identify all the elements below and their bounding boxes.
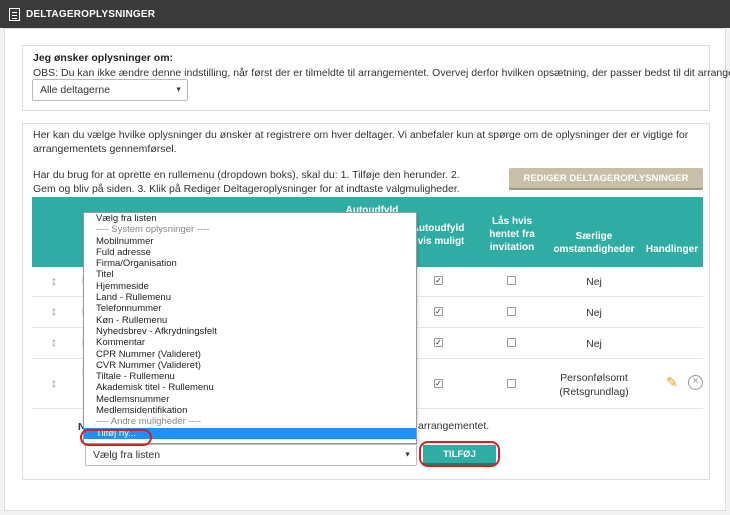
dropdown-option[interactable]: Land - Rullemenu <box>84 292 416 303</box>
info-panel-note: OBS: Du kan ikke ændre denne indstilling… <box>33 67 730 79</box>
special-value: Personfølsomt (Retsgrundlag) <box>559 372 629 398</box>
document-icon <box>9 7 20 21</box>
autofill-checkbox[interactable]: ✓ <box>434 338 443 347</box>
lock-checkbox[interactable] <box>507 276 516 285</box>
special-value: Nej <box>586 338 602 350</box>
lock-checkbox[interactable] <box>507 338 516 347</box>
autofill-checkbox[interactable]: ✓ <box>434 307 443 316</box>
add-field-label-tail: arrangementet. <box>418 420 490 432</box>
dropdown-option[interactable]: Vælg fra listen <box>84 213 416 224</box>
dropdown-group-label: ---- System oplysninger ---- <box>96 224 210 236</box>
chevron-down-icon: ▼ <box>404 451 411 459</box>
info-panel: Jeg ønsker oplysninger om: OBS: Du kan i… <box>22 45 730 111</box>
dropdown-option[interactable]: Akademisk titel - Rullemenu <box>84 382 416 393</box>
dropdown-option[interactable]: Tiltale - Rullemenu <box>84 371 416 382</box>
page-title: DELTAGEROPLYSNINGER <box>26 8 156 20</box>
dropdown-option[interactable]: Hjemmeside <box>84 281 416 292</box>
field-type-dropdown-list[interactable]: Vælg fra listen ---- System oplysninger … <box>83 212 417 444</box>
chevron-down-icon: ▼ <box>175 86 182 94</box>
dropdown-option[interactable]: Firma/Organisation <box>84 258 416 269</box>
dropdown-option[interactable]: Medlemsnummer <box>84 394 416 405</box>
dropdown-option[interactable]: Køn - Rullemenu <box>84 315 416 326</box>
dropdown-option[interactable]: CVR Nummer (Valideret) <box>84 360 416 371</box>
edit-fields-button[interactable]: REDIGER DELTAGEROPLYSNINGER <box>509 168 703 188</box>
lock-checkbox[interactable] <box>507 379 516 388</box>
dropdown-option[interactable]: Fuld adresse <box>84 247 416 258</box>
special-value: Nej <box>586 307 602 319</box>
col-header-autofill: Autoudfyld hvis muligt <box>411 223 465 247</box>
autofill-checkbox[interactable]: ✓ <box>434 276 443 285</box>
highlight-ring-add-new <box>80 429 152 446</box>
col-header-lock: Lås hvis hentet fra invitation <box>489 216 535 253</box>
fields-help: Har du brug for at oprette en rullemenu … <box>33 169 460 195</box>
autofill-checkbox[interactable]: ✓ <box>434 379 443 388</box>
pencil-icon[interactable]: ✎ <box>666 374 678 391</box>
info-panel-title: Jeg ønsker oplysninger om: <box>33 52 174 64</box>
drag-handle-icon[interactable]: ↕ <box>51 274 57 288</box>
drag-handle-icon[interactable]: ↕ <box>51 376 57 390</box>
dropdown-option[interactable]: CPR Nummer (Valideret) <box>84 349 416 360</box>
lock-checkbox[interactable] <box>507 307 516 316</box>
drag-handle-icon[interactable]: ↕ <box>51 335 57 349</box>
dropdown-option[interactable]: Mobilnummer <box>84 236 416 247</box>
participant-scope-value: Alle deltagerne <box>40 84 111 96</box>
highlight-ring-add-button <box>419 441 500 467</box>
page-header: DELTAGEROPLYSNINGER <box>0 0 730 28</box>
fields-intro: Her kan du vælge hvilke oplysninger du ø… <box>33 129 689 155</box>
col-header-actions: Handlinger <box>645 244 699 255</box>
special-value: Nej <box>586 276 602 288</box>
dropdown-option[interactable]: Kommentar <box>84 337 416 348</box>
dropdown-option[interactable]: Medlemsidentifikation <box>84 405 416 416</box>
field-type-select[interactable]: Vælg fra listen ▼ <box>85 444 417 466</box>
dropdown-option[interactable]: Telefonnummer <box>84 303 416 314</box>
dropdown-option[interactable]: Nyhedsbrev - Afkrydningsfelt <box>84 326 416 337</box>
participant-scope-select[interactable]: Alle deltagerne ▼ <box>32 79 188 101</box>
close-icon[interactable]: × <box>688 375 703 390</box>
col-header-special: Særlige omstændigheder <box>553 231 635 255</box>
dropdown-option[interactable]: Titel <box>84 269 416 280</box>
drag-handle-icon[interactable]: ↕ <box>51 304 57 318</box>
field-type-select-value: Vælg fra listen <box>93 449 161 461</box>
dropdown-group-label: ---- Andre muligheder ---- <box>96 416 202 428</box>
